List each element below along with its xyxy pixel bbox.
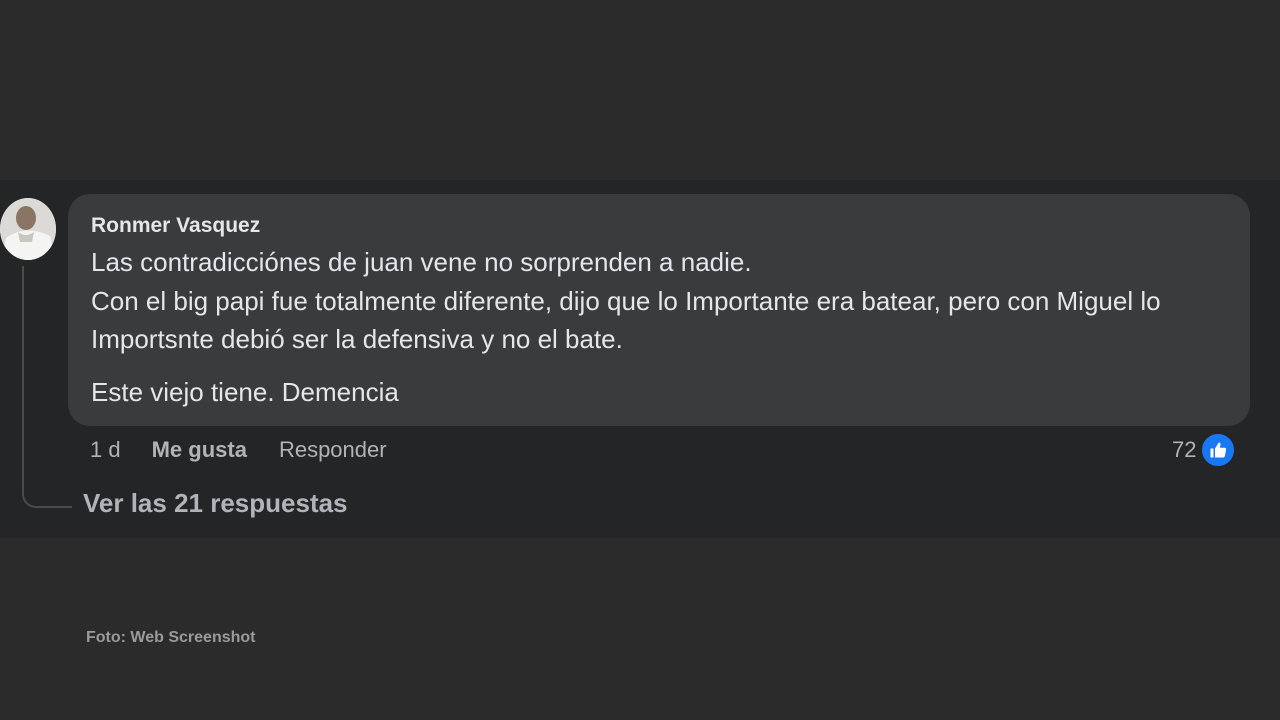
comment-line: Las contradicciónes de juan vene no sorp… [91,247,752,277]
photo-credit: Foto: Web Screenshot [86,629,256,646]
reaction-summary[interactable]: 72 [1172,431,1237,469]
comment-line: Este viejo tiene. Demencia [91,376,399,407]
like-icon [1200,432,1237,468]
avatar[interactable] [0,198,56,260]
comment-actions: 1 d Me gusta Responder [90,434,387,466]
comment-text: Las contradicciónes de juan vene no sorp… [91,243,1228,411]
thread-connector [22,266,72,508]
comment-line: Con el big papi fue totalmente diferente… [91,285,1161,355]
comment-bubble: Ronmer Vasquez Las contradicciónes de ju… [68,194,1250,426]
comment-author[interactable]: Ronmer Vasquez [91,212,1228,239]
like-button[interactable]: Me gusta [152,437,247,463]
reply-button[interactable]: Responder [279,437,387,463]
comment-timestamp[interactable]: 1 d [90,437,121,463]
view-replies-link[interactable]: Ver las 21 respuestas [83,486,348,520]
reaction-count: 72 [1172,437,1197,462]
